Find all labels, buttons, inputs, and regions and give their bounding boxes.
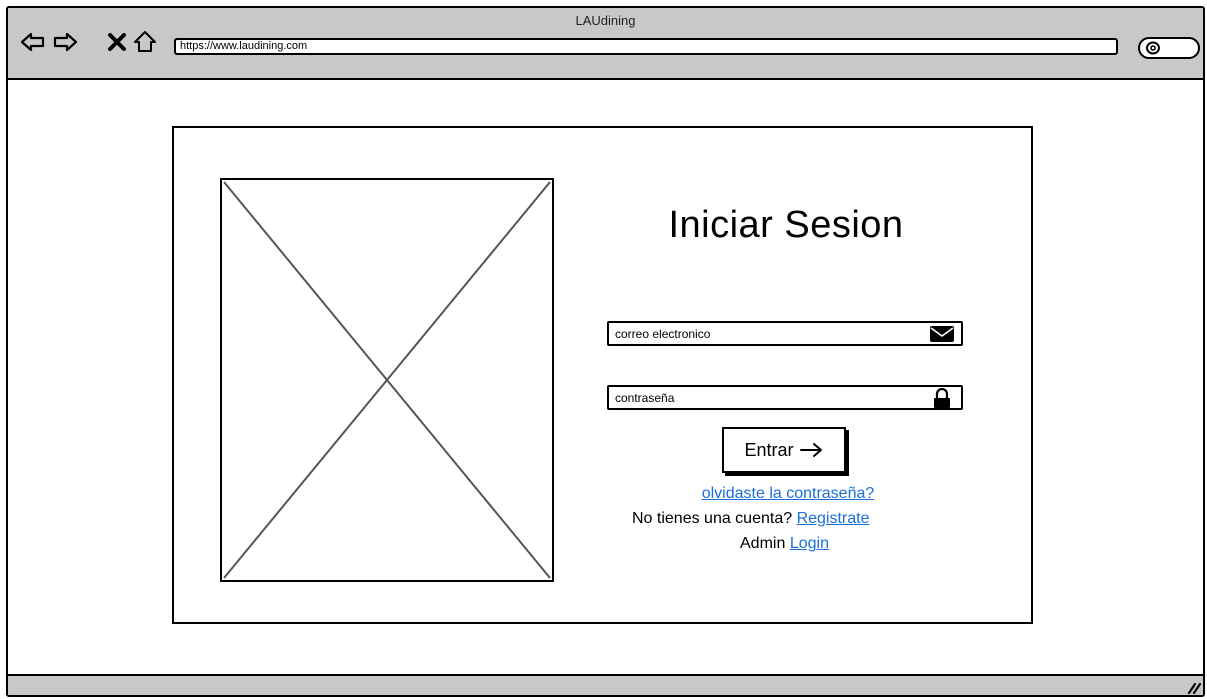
password-field[interactable]: [609, 387, 931, 408]
forward-arrow-icon[interactable]: [52, 29, 78, 55]
lock-icon: [929, 388, 955, 408]
browser-statusbar: [8, 674, 1203, 695]
enter-button-label: Entrar: [744, 439, 794, 460]
password-field-container: [607, 385, 963, 410]
envelope-icon: [929, 324, 955, 344]
login-card: Iniciar Sesion Entrar olvidaste la contr…: [172, 126, 1033, 624]
email-field-container: [607, 321, 963, 346]
address-bar[interactable]: https://www.laudining.com: [174, 38, 1118, 55]
image-placeholder: [220, 178, 554, 582]
admin-login-link[interactable]: Login: [790, 535, 829, 552]
register-row: No tienes una cuenta? Registrate: [632, 510, 870, 528]
arrow-right-icon: [799, 443, 822, 457]
email-field[interactable]: [609, 323, 931, 344]
window-title: LAUdining: [575, 13, 636, 28]
register-link[interactable]: Registrate: [797, 510, 870, 527]
back-arrow-icon[interactable]: [20, 29, 46, 55]
close-icon[interactable]: [104, 29, 130, 55]
resize-grip-icon[interactable]: [1185, 680, 1201, 694]
admin-row: Admin Login: [740, 535, 829, 553]
browser-toolbar: LAUdining https://www.laudining.com: [8, 8, 1203, 80]
browser-search-button[interactable]: [1138, 37, 1200, 59]
page-title: Iniciar Sesion: [668, 204, 904, 246]
no-account-text: No tienes una cuenta?: [632, 510, 793, 527]
search-icon: [1146, 41, 1160, 55]
forgot-password-link[interactable]: olvidaste la contraseña?: [702, 485, 875, 502]
admin-text: Admin: [740, 535, 786, 552]
home-icon[interactable]: [132, 29, 158, 55]
enter-button[interactable]: Entrar: [722, 427, 846, 473]
forgot-password-row: olvidaste la contraseña?: [679, 485, 897, 503]
